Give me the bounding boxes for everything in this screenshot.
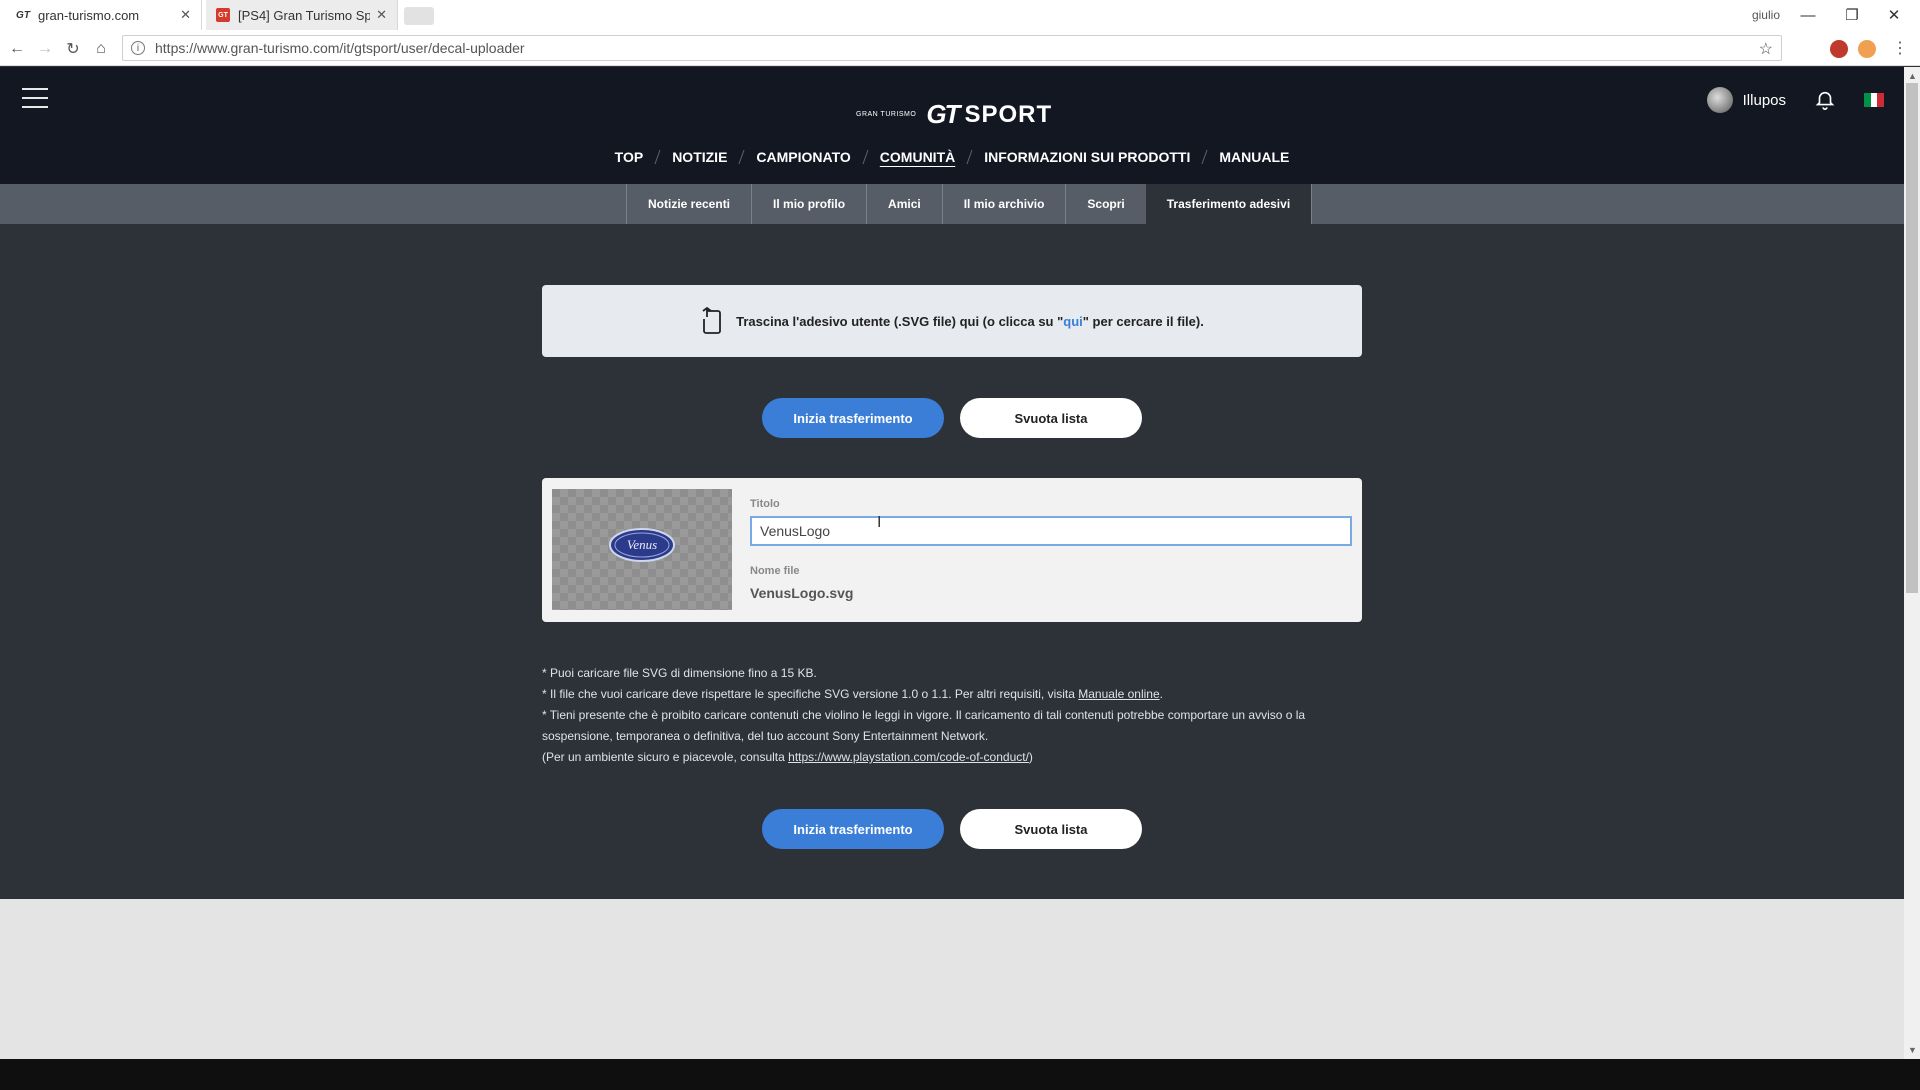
flag-stripe <box>1870 93 1878 107</box>
note-size-limit: * Puoi caricare file SVG di dimensione f… <box>542 666 817 680</box>
scroll-up-arrow-icon[interactable]: ▲ <box>1908 71 1917 81</box>
upload-notes: * Puoi caricare file SVG di dimensione f… <box>542 663 1362 768</box>
home-icon[interactable]: ⌂ <box>90 38 112 60</box>
title-label: Titolo <box>750 498 780 510</box>
forward-arrow-icon[interactable]: → <box>34 38 56 60</box>
page-scrollbar[interactable]: ▲ ▼ <box>1904 67 1920 1059</box>
bookmark-star-icon[interactable]: ☆ <box>1759 39 1773 59</box>
subnav-notizie-recenti[interactable]: Notizie recenti <box>626 184 751 224</box>
online-manual-link[interactable]: Manuale online <box>1078 687 1159 701</box>
extension-feed-icon[interactable] <box>1858 40 1876 58</box>
drop-text-after: " per cercare il file). <box>1082 313 1204 329</box>
subnav-divider <box>1311 184 1313 224</box>
tab-title: gran-turismo.com <box>38 7 140 23</box>
close-tab-icon[interactable]: ✕ <box>180 7 191 23</box>
start-upload-button[interactable]: Inizia trasferimento <box>762 398 944 438</box>
browser-menu-icon[interactable]: ⋮ <box>1892 38 1908 58</box>
italian-flag-icon[interactable] <box>1864 93 1885 107</box>
gt-sport-logo[interactable]: GRAN TURISMO GT SPORT <box>856 99 1052 130</box>
flag-stripe <box>1877 93 1885 107</box>
file-upload-icon <box>702 307 722 334</box>
clear-list-button-bottom[interactable]: Svuota lista <box>960 809 1142 849</box>
reload-icon[interactable]: ↻ <box>62 38 84 60</box>
decal-filename: VenusLogo.svg <box>750 585 854 601</box>
minimize-icon[interactable]: — <box>1788 3 1828 27</box>
community-subnav: Notizie recenti Il mio profilo Amici Il … <box>0 184 1904 224</box>
note-coc-text: (Per un ambiente sicuro e piacevole, con… <box>542 750 789 764</box>
scrollbar-thumb[interactable] <box>1906 83 1918 593</box>
os-taskbar <box>0 1059 1920 1090</box>
hamburger-menu-icon[interactable] <box>22 88 48 108</box>
note-legal-warning: * Tieni presente che è proibito caricare… <box>542 708 1306 743</box>
nav-manuale[interactable]: MANUALE <box>1205 149 1303 165</box>
logo-sport-text: SPORT <box>964 100 1053 128</box>
browser-tab-gran-turismo[interactable]: GT gran-turismo.com ✕ <box>6 0 202 30</box>
filename-label: Nome file <box>750 565 800 577</box>
nav-campionato[interactable]: CAMPIONATO <box>742 149 864 165</box>
browse-file-link[interactable]: qui <box>1063 314 1083 329</box>
venus-logo-text: Venus <box>627 537 657 552</box>
note-svg-spec-text: * Il file che vuoi caricare deve rispett… <box>542 687 1079 701</box>
decal-preview-thumbnail: Venus <box>552 489 732 610</box>
window-close-icon[interactable]: ✕ <box>1874 3 1914 27</box>
extension-shield-icon[interactable] <box>1830 40 1848 58</box>
note-svg-spec: * Il file che vuoi caricare deve rispett… <box>542 684 1362 705</box>
username[interactable]: Illupos <box>1743 92 1786 109</box>
decal-item-card: Venus Titolo I Nome file VenusLogo.svg <box>542 478 1362 622</box>
note-svg-spec-end: . <box>1159 687 1163 701</box>
subnav-scopri[interactable]: Scopri <box>1065 184 1145 224</box>
browser-tab-strip: GT gran-turismo.com ✕ GT [PS4] Gran Turi… <box>0 0 1920 30</box>
subnav-trasferimento-adesivi[interactable]: Trasferimento adesivi <box>1145 184 1312 224</box>
browser-toolbar: ← → ↻ ⌂ i https://www.gran-turismo.com/i… <box>0 30 1920 66</box>
logo-small-text: GRAN TURISMO <box>856 111 917 118</box>
decal-title-input[interactable] <box>750 516 1352 546</box>
site-info-icon[interactable]: i <box>131 41 145 55</box>
url-text[interactable]: https://www.gran-turismo.com/it/gtsport/… <box>155 40 525 56</box>
main-nav: TOP NOTIZIE CAMPIONATO COMUNITÀ INFORMAZ… <box>0 149 1904 165</box>
window-user-name[interactable]: giulio <box>1752 8 1780 22</box>
text-cursor-icon: I <box>877 514 882 531</box>
tab-title: [PS4] Gran Turismo Spor <box>238 7 371 23</box>
note-coc-end: ) <box>1028 750 1033 764</box>
action-buttons-top: Inizia trasferimento Svuota lista <box>762 398 1142 438</box>
drop-text-before: Trascina l'adesivo utente (.SVG file) qu… <box>736 313 1064 329</box>
code-of-conduct-link[interactable]: https://www.playstation.com/code-of-cond… <box>788 750 1029 764</box>
gt-favicon-icon: GT <box>16 9 30 21</box>
bell-icon[interactable] <box>1814 89 1836 111</box>
address-bar[interactable]: i https://www.gran-turismo.com/it/gtspor… <box>122 35 1782 61</box>
subnav-il-mio-profilo[interactable]: Il mio profilo <box>751 184 866 224</box>
scroll-down-arrow-icon[interactable]: ▼ <box>1908 1045 1917 1055</box>
nav-comunita[interactable]: COMUNITÀ <box>866 149 969 165</box>
start-upload-button-bottom[interactable]: Inizia trasferimento <box>762 809 944 849</box>
close-tab-icon[interactable]: ✕ <box>376 7 387 23</box>
nav-top[interactable]: TOP <box>601 149 658 165</box>
site-header: GRAN TURISMO GT SPORT Illupos TOP NOTIZI… <box>0 67 1904 184</box>
venus-logo-image: Venus <box>609 528 675 562</box>
restore-icon[interactable]: ❐ <box>1832 3 1872 27</box>
nav-informazioni-prodotti[interactable]: INFORMAZIONI SUI PRODOTTI <box>970 149 1204 165</box>
subnav-il-mio-archivio[interactable]: Il mio archivio <box>941 184 1066 224</box>
subnav-amici[interactable]: Amici <box>866 184 942 224</box>
nav-notizie[interactable]: NOTIZIE <box>658 149 741 165</box>
action-buttons-bottom: Inizia trasferimento Svuota lista <box>762 809 1142 849</box>
svg-drop-zone[interactable]: Trascina l'adesivo utente (.SVG file) qu… <box>542 285 1362 357</box>
note-code-of-conduct: (Per un ambiente sicuro e piacevole, con… <box>542 747 1362 768</box>
new-tab-button[interactable] <box>404 7 434 25</box>
browser-tab-ps4-forum[interactable]: GT [PS4] Gran Turismo Spor ✕ <box>206 0 398 30</box>
clear-list-button[interactable]: Svuota lista <box>960 398 1142 438</box>
logo-gt-mark: GT <box>926 99 960 129</box>
page-footer <box>0 899 1904 1059</box>
avatar[interactable] <box>1706 87 1733 113</box>
back-arrow-icon[interactable]: ← <box>6 38 28 60</box>
user-area: Illupos <box>1706 87 1885 113</box>
subnav-items: Notizie recenti Il mio profilo Amici Il … <box>626 184 1313 224</box>
flag-stripe <box>1864 93 1871 107</box>
drop-zone-text: Trascina l'adesivo utente (.SVG file) qu… <box>736 314 1204 329</box>
gtplanet-favicon-icon: GT <box>216 8 230 22</box>
